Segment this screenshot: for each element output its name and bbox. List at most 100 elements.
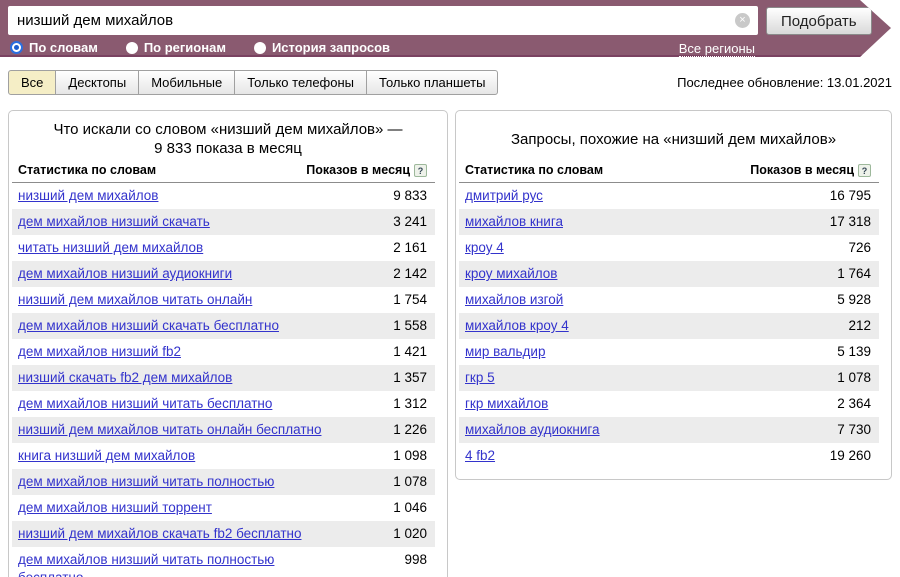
shows-count: 726	[848, 239, 871, 257]
radio-icon	[254, 42, 266, 54]
help-icon[interactable]: ?	[858, 164, 871, 177]
shows-count: 1 558	[393, 317, 427, 335]
table-row: михайлов кроу 4 212	[459, 313, 879, 339]
query-link[interactable]: 4 fb2	[465, 447, 495, 465]
query-link[interactable]: дем михайлов низший fb2	[18, 343, 181, 361]
query-link[interactable]: гкр михайлов	[465, 395, 548, 413]
query-link[interactable]: низший дем михайлов читать онлайн	[18, 291, 252, 309]
table-row: книга низший дем михайлов 1 098	[12, 443, 435, 469]
query-link[interactable]: дем михайлов низший аудиокниги	[18, 265, 232, 283]
query-link[interactable]: михайлов книга	[465, 213, 563, 231]
radio-icon	[10, 41, 23, 54]
query-link[interactable]: михайлов кроу 4	[465, 317, 569, 335]
query-link[interactable]: дем михайлов низший читать бесплатно	[18, 395, 272, 413]
shows-count: 1 421	[393, 343, 427, 361]
shows-count: 1 098	[393, 447, 427, 465]
table-row: низший дем михайлов читать онлайн 1 754	[12, 287, 435, 313]
shows-count: 1 020	[393, 525, 427, 543]
query-link[interactable]: дем михайлов низший скачать	[18, 213, 210, 231]
radio-by-words[interactable]: По словам	[10, 40, 98, 55]
search-mode-radios: По словам По регионам История запросов	[10, 40, 390, 55]
table-header: Статистика по словам Показов в месяц ?	[12, 163, 435, 183]
query-link[interactable]: дмитрий рус	[465, 187, 543, 205]
shows-count: 5 928	[837, 291, 871, 309]
shows-count: 19 260	[830, 447, 871, 465]
table-row: михайлов книга 17 318	[459, 209, 879, 235]
tab-tablets-only[interactable]: Только планшеты	[366, 70, 498, 95]
table-row: михайлов аудиокнига 7 730	[459, 417, 879, 443]
shows-count: 3 241	[393, 213, 427, 231]
query-link[interactable]: дем михайлов низший читать полностью бес…	[18, 551, 318, 577]
table-row: дем михайлов низший торрент 1 046	[12, 495, 435, 521]
query-link[interactable]: книга низший дем михайлов	[18, 447, 195, 465]
query-link[interactable]: дем михайлов низший скачать бесплатно	[18, 317, 279, 335]
table-row: мир вальдир5 139	[459, 339, 879, 365]
shows-count: 212	[848, 317, 871, 335]
query-link[interactable]: дем михайлов низший торрент	[18, 499, 212, 517]
shows-count: 1 357	[393, 369, 427, 387]
table-header: Статистика по словам Показов в месяц ?	[459, 163, 879, 183]
table-row: низший дем михайлов 9 833	[12, 183, 435, 209]
radio-query-history[interactable]: История запросов	[254, 40, 390, 55]
query-link[interactable]: гкр 5	[465, 369, 495, 387]
table-row: дем михайлов низший читать бесплатно 1 31…	[12, 391, 435, 417]
shows-count: 9 833	[393, 187, 427, 205]
shows-count: 2 364	[837, 395, 871, 413]
device-tabs-row: Все Десктопы Мобильные Только телефоны Т…	[8, 70, 900, 95]
clear-icon[interactable]: ×	[735, 13, 750, 28]
similar-queries-panel: Запросы, похожие на «низший дем михайлов…	[455, 110, 892, 480]
table-row: низший дем михайлов скачать fb2 бесплатн…	[12, 521, 435, 547]
query-link[interactable]: кроу 4	[465, 239, 504, 257]
tab-all[interactable]: Все	[8, 70, 56, 95]
table-row: дем михайлов низший скачать бесплатно 1 5…	[12, 313, 435, 339]
all-regions-link[interactable]: Все регионы	[679, 41, 755, 57]
query-link[interactable]: михайлов аудиокнига	[465, 421, 600, 439]
table-row: низший дем михайлов читать онлайн беспла…	[12, 417, 435, 443]
shows-count: 1 754	[393, 291, 427, 309]
query-link[interactable]: мир вальдир	[465, 343, 545, 361]
query-link[interactable]: низший скачать fb2 дем михайлов	[18, 369, 232, 387]
table-row: кроу 4 726	[459, 235, 879, 261]
keyword-stats-panel: Что искали со словом «низший дем михайло…	[8, 110, 448, 577]
table-row: низший скачать fb2 дем михайлов 1 357	[12, 365, 435, 391]
shows-count: 998	[404, 551, 427, 569]
search-header-bar: × Подобрать По словам По регионам Истори…	[0, 0, 900, 57]
radio-label: История запросов	[272, 40, 390, 55]
radio-label: По словам	[29, 40, 98, 55]
tab-phones-only[interactable]: Только телефоны	[234, 70, 367, 95]
query-link[interactable]: читать низший дем михайлов	[18, 239, 203, 257]
right-table: дмитрий рус16 795 михайлов книга 17 318 кро…	[459, 183, 879, 469]
shows-count: 1 312	[393, 395, 427, 413]
radio-label: По регионам	[144, 40, 226, 55]
results-panels: Что искали со словом «низший дем михайло…	[8, 110, 892, 577]
search-input[interactable]	[8, 6, 758, 35]
radio-by-regions[interactable]: По регионам	[126, 40, 226, 55]
shows-count: 17 318	[830, 213, 871, 231]
shows-count: 1 764	[837, 265, 871, 283]
shows-count: 1 078	[393, 473, 427, 491]
table-row: дем михайлов низший скачать 3 241	[12, 209, 435, 235]
table-row: дем михайлов низший читать полностью бес…	[12, 547, 435, 577]
query-link[interactable]: низший дем михайлов скачать fb2 бесплатн…	[18, 525, 301, 543]
shows-count: 2 161	[393, 239, 427, 257]
radio-icon	[126, 42, 138, 54]
tab-mobile[interactable]: Мобильные	[138, 70, 235, 95]
shows-count: 7 730	[837, 421, 871, 439]
query-link[interactable]: низший дем михайлов	[18, 187, 158, 205]
table-row: кроу михайлов 1 764	[459, 261, 879, 287]
query-link[interactable]: михайлов изгой	[465, 291, 563, 309]
panel-title: Что искали со словом «низший дем михайло…	[9, 119, 447, 159]
tab-desktops[interactable]: Десктопы	[55, 70, 139, 95]
search-field-wrap: ×	[8, 6, 758, 35]
panel-title: Запросы, похожие на «низший дем михайлов…	[456, 119, 891, 159]
table-row: гкр михайлов 2 364	[459, 391, 879, 417]
query-link[interactable]: кроу михайлов	[465, 265, 557, 283]
help-icon[interactable]: ?	[414, 164, 427, 177]
table-row: дмитрий рус16 795	[459, 183, 879, 209]
submit-button[interactable]: Подобрать	[766, 7, 872, 35]
left-table: низший дем михайлов 9 833 дем михайлов низ…	[12, 183, 435, 577]
shows-count: 1 046	[393, 499, 427, 517]
shows-count: 1 226	[393, 421, 427, 439]
query-link[interactable]: дем михайлов низший читать полностью	[18, 473, 274, 491]
query-link[interactable]: низший дем михайлов читать онлайн беспла…	[18, 421, 321, 439]
